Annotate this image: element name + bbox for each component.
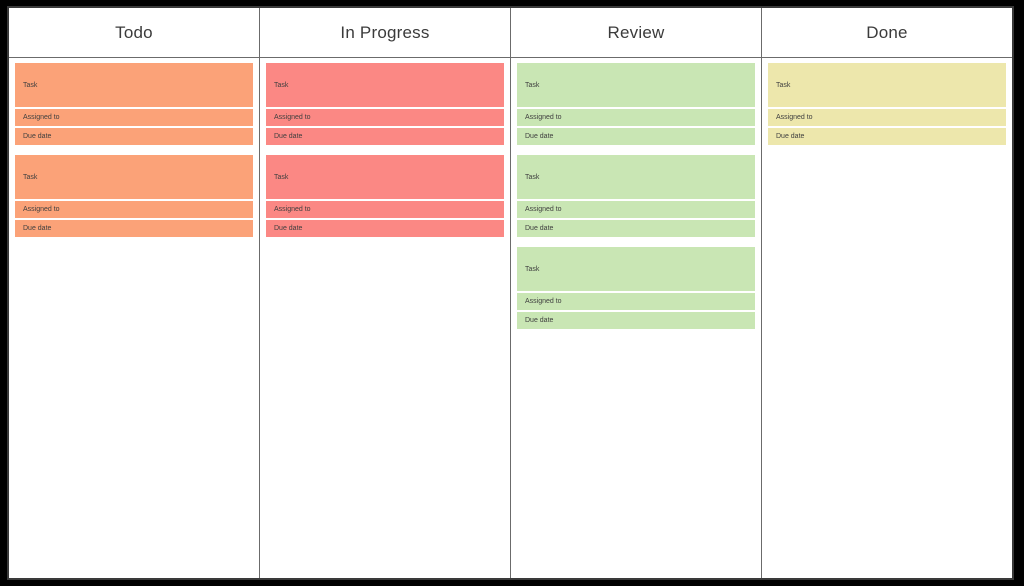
- assigned-to-row-label: Assigned to: [525, 298, 562, 305]
- assigned-to-row[interactable]: Assigned to: [517, 109, 755, 126]
- task-title-row-label: Task: [776, 81, 791, 89]
- due-date-row[interactable]: Due date: [517, 128, 755, 145]
- assigned-to-row-label: Assigned to: [776, 114, 813, 121]
- assigned-to-row[interactable]: Assigned to: [517, 201, 755, 218]
- task-title-row[interactable]: Task: [768, 63, 1006, 107]
- kanban-board: Todo Task Assigned to Due date Task Assigned …: [7, 6, 1014, 580]
- task-card[interactable]: Task Assigned to Due date: [517, 155, 755, 237]
- assigned-to-row-label: Assigned to: [23, 114, 60, 121]
- assigned-to-row-label: Assigned to: [274, 206, 311, 213]
- task-title-row-label: Task: [525, 173, 540, 181]
- task-title-row[interactable]: Task: [517, 155, 755, 199]
- due-date-row[interactable]: Due date: [266, 220, 504, 237]
- due-date-row-label: Due date: [23, 225, 52, 232]
- column-title-review: Review: [607, 23, 665, 42]
- column-body-todo: Task Assigned to Due date Task Assigned to Du…: [9, 58, 259, 578]
- assigned-to-row[interactable]: Assigned to: [266, 109, 504, 126]
- due-date-row[interactable]: Due date: [15, 128, 253, 145]
- task-title-row-label: Task: [525, 265, 540, 273]
- assigned-to-row-label: Assigned to: [525, 114, 562, 121]
- assigned-to-row[interactable]: Assigned to: [768, 109, 1006, 126]
- task-title-row[interactable]: Task: [15, 63, 253, 107]
- assigned-to-row-label: Assigned to: [525, 206, 562, 213]
- kanban-column-todo: Todo Task Assigned to Due date Task Assigned …: [9, 8, 260, 578]
- assigned-to-row[interactable]: Assigned to: [517, 293, 755, 310]
- task-card[interactable]: Task Assigned to Due date: [517, 247, 755, 329]
- column-title-todo: Todo: [115, 23, 153, 42]
- task-card[interactable]: Task Assigned to Due date: [768, 63, 1006, 145]
- due-date-row[interactable]: Due date: [15, 220, 253, 237]
- column-body-inprogress: Task Assigned to Due date Task Assigned to Du…: [260, 58, 510, 578]
- task-card[interactable]: Task Assigned to Due date: [266, 63, 504, 145]
- task-title-row[interactable]: Task: [15, 155, 253, 199]
- due-date-row[interactable]: Due date: [517, 312, 755, 329]
- due-date-row-label: Due date: [776, 133, 805, 140]
- due-date-row-label: Due date: [525, 317, 554, 324]
- task-title-row[interactable]: Task: [517, 247, 755, 291]
- task-title-row[interactable]: Task: [266, 155, 504, 199]
- assigned-to-row[interactable]: Assigned to: [15, 109, 253, 126]
- due-date-row-label: Due date: [23, 133, 52, 140]
- task-card[interactable]: Task Assigned to Due date: [266, 155, 504, 237]
- assigned-to-row-label: Assigned to: [23, 206, 60, 213]
- task-card[interactable]: Task Assigned to Due date: [15, 155, 253, 237]
- due-date-row-label: Due date: [274, 133, 303, 140]
- due-date-row-label: Due date: [274, 225, 303, 232]
- assigned-to-row[interactable]: Assigned to: [15, 201, 253, 218]
- due-date-row[interactable]: Due date: [266, 128, 504, 145]
- column-header-todo[interactable]: Todo: [9, 8, 259, 58]
- task-title-row-label: Task: [525, 81, 540, 89]
- kanban-column-review: Review Task Assigned to Due date Task Assigne…: [511, 8, 762, 578]
- due-date-row[interactable]: Due date: [517, 220, 755, 237]
- task-title-row[interactable]: Task: [517, 63, 755, 107]
- task-title-row-label: Task: [274, 173, 289, 181]
- assigned-to-row[interactable]: Assigned to: [266, 201, 504, 218]
- task-card[interactable]: Task Assigned to Due date: [517, 63, 755, 145]
- task-title-row-label: Task: [23, 173, 38, 181]
- column-header-done[interactable]: Done: [762, 8, 1012, 58]
- column-body-review: Task Assigned to Due date Task Assigned to Du…: [511, 58, 761, 578]
- task-title-row-label: Task: [274, 81, 289, 89]
- column-body-done: Task Assigned to Due date: [762, 58, 1012, 578]
- due-date-row-label: Due date: [525, 225, 554, 232]
- due-date-row[interactable]: Due date: [768, 128, 1006, 145]
- column-title-inprogress: In Progress: [340, 23, 430, 42]
- task-title-row[interactable]: Task: [266, 63, 504, 107]
- assigned-to-row-label: Assigned to: [274, 114, 311, 121]
- column-header-inprogress[interactable]: In Progress: [260, 8, 510, 58]
- task-title-row-label: Task: [23, 81, 38, 89]
- kanban-column-done: Done Task Assigned to Due date: [762, 8, 1012, 578]
- column-title-done: Done: [866, 23, 908, 42]
- column-header-review[interactable]: Review: [511, 8, 761, 58]
- due-date-row-label: Due date: [525, 133, 554, 140]
- task-card[interactable]: Task Assigned to Due date: [15, 63, 253, 145]
- kanban-column-inprogress: In Progress Task Assigned to Due date Task As…: [260, 8, 511, 578]
